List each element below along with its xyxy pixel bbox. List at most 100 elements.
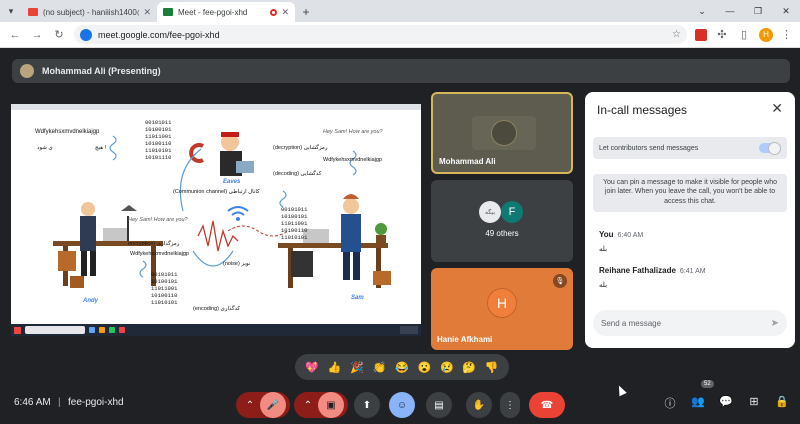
message-text: بله [599,246,608,253]
reaction-party-icon[interactable]: 🎉 [350,361,364,374]
taskbar-search [25,326,85,334]
binary-row: 10100110 [145,140,172,147]
slide-text: (decoding) کدگشایی [273,171,322,177]
mic-options-icon[interactable]: ⌃ [240,400,260,411]
reaction-surprised-icon[interactable]: 😮 [418,361,432,374]
slide: Wdfykehsxmvdnelkiajgp Hey Sam! How are y… [33,111,405,323]
reload-icon[interactable]: ↻ [52,28,66,41]
extension-icon[interactable] [695,28,707,41]
close-icon[interactable]: ✕ [771,100,783,117]
reaction-sad-icon[interactable]: 😢 [440,361,454,374]
slide-text: (encoding) کدگذاری [193,306,241,312]
mic-off-button[interactable]: 🎤 [260,392,286,418]
reaction-thumbs-down-icon[interactable]: 👎 [485,361,499,374]
collapse-icon[interactable]: ⌄ [688,0,716,22]
pin-notice: You can pin a message to make it visible… [593,174,787,212]
contributors-label: Let contributors send messages [599,144,699,152]
raise-hand-button[interactable]: ✋ [466,392,492,418]
slide-text: Wdfykehsxmvdnelkiajgp [130,251,189,257]
tab-title: Meet - fee-pgoi-xhd [178,7,248,17]
slide-text: Eaves [223,179,241,185]
tab-gmail[interactable]: (no subject) - haniiish1400@gm ✕ [22,2,157,22]
close-window-button[interactable]: ✕ [772,0,800,22]
reactions-bar: 💖 👍 🎉 👏 😂 😮 😢 🤔 👎 [295,354,509,380]
browser-tab-bar: ▾ (no subject) - haniiish1400@gm ✕ Meet … [0,0,800,22]
presenter-taskbar [11,324,421,336]
participant-avatar: F [501,201,523,223]
activities-icon[interactable]: ⊞ [744,395,764,408]
chat-message: Reihane Fathalizade 6:41 AM بله [599,266,706,289]
binary-row: 00101011 [151,271,178,278]
chat-icon[interactable]: 💬 [716,395,736,408]
site-info-icon[interactable] [80,28,92,41]
captions-button[interactable]: ▤ [426,392,452,418]
meeting-code: fee-pgoi-xhd [68,397,124,408]
presentation-view: Wdfykehsxmvdnelkiajgp Hey Sam! How are y… [11,104,421,336]
reaction-thinking-icon[interactable]: 🤔 [462,361,476,374]
participant-video [491,120,517,146]
taskbar-app-icon [119,327,125,333]
tab-search-icon[interactable]: ▾ [0,0,22,22]
maximize-button[interactable]: ❐ [744,0,772,22]
presenting-bar: Mohammad Ali (Presenting) [12,59,790,83]
binary-row: 11010101 [151,299,178,306]
extensions-puzzle-icon[interactable]: ✣ [715,28,729,41]
reaction-laugh-icon[interactable]: 😂 [395,361,409,374]
taskbar-clock [400,326,418,334]
profile-avatar[interactable]: H [759,27,773,42]
address-bar: ← → ↻ meet.google.com/fee-pgoi-xhd ☆ ✣ ▯… [0,22,800,48]
separator: | [58,397,61,408]
browser-menu-icon[interactable]: ⋮ [781,28,792,41]
slide-text: (decryption) رمزگشایی [273,145,328,151]
more-options-button[interactable]: ⋮ [500,392,520,418]
gmail-icon [28,8,38,16]
present-screen-button[interactable]: ⬆ [354,392,380,418]
recording-icon [270,8,278,16]
camera-control: ⌃ ▣ [294,392,348,418]
reaction-heart-icon[interactable]: 💖 [305,361,319,374]
back-icon[interactable]: ← [8,29,22,41]
sidebar-icon[interactable]: ▯ [737,28,751,41]
slide-text: (noise) نویز [223,261,251,267]
panel-title: In-call messages [597,103,688,117]
mic-off-icon: 🎙 [553,274,567,288]
people-icon[interactable]: 👥 [688,395,708,408]
slide-text: Wdfykehsxmvdnelkiajgp [323,157,382,163]
slide-text: Wdfykehsxmvdnelkiajgp [35,129,100,135]
participant-tile-hanie[interactable]: 🎙 H Hanie Afkhami [431,268,573,350]
participant-tile-mohammad[interactable]: Mohammad Ali [431,92,573,174]
participant-tile-others[interactable]: بیگه F 49 others [431,180,573,262]
binary-row: 10100101 [145,126,172,133]
new-tab-button[interactable]: + [295,2,317,22]
url-text[interactable]: meet.google.com/fee-pgoi-xhd [98,30,666,40]
omnibox[interactable]: meet.google.com/fee-pgoi-xhd ☆ [74,25,687,44]
reaction-clap-icon[interactable]: 👏 [373,361,387,374]
bookmark-star-icon[interactable]: ☆ [672,29,681,40]
camera-off-button[interactable]: ▣ [318,392,344,418]
send-message-input[interactable]: Send a message ➤ [593,310,787,336]
taskbar-app-icon [99,327,105,333]
current-time: 6:46 AM [14,397,51,408]
tab-title: (no subject) - haniiish1400@gm [43,7,139,17]
participant-avatar: بیگه [479,201,501,223]
minimize-button[interactable]: — [716,0,744,22]
message-time: 6:41 AM [679,268,706,275]
binary-block: 00101011 10100101 11011001 10100110 1101… [151,271,177,306]
slide-text: encryption) رمزگذاری [128,241,180,247]
binary-row: 10100101 [151,278,178,285]
reaction-thumbs-up-icon[interactable]: 👍 [328,361,342,374]
leave-call-button[interactable]: ☎ [529,392,565,418]
emoji-reactions-button[interactable]: ☺ [389,392,415,418]
host-controls-icon[interactable]: 🔒 [772,395,792,408]
meeting-details-icon[interactable]: ⓘ [660,395,680,411]
close-tab-icon[interactable]: ✕ [281,7,289,18]
meeting-controls-bar: 6:46 AM | fee-pgoi-xhd ⌃ 🎤 ⌃ ▣ ⬆ ☺ ▤ ✋ ⋮… [0,380,800,424]
contributors-toggle[interactable] [759,142,781,155]
send-icon[interactable]: ➤ [771,318,779,329]
tab-meet[interactable]: Meet - fee-pgoi-xhd ✕ [157,2,295,22]
slide-text: ی شود [37,145,53,151]
forward-icon[interactable]: → [30,29,44,41]
windows-start-icon [14,326,21,334]
camera-options-icon[interactable]: ⌃ [298,400,318,411]
close-tab-icon[interactable]: ✕ [143,7,151,18]
